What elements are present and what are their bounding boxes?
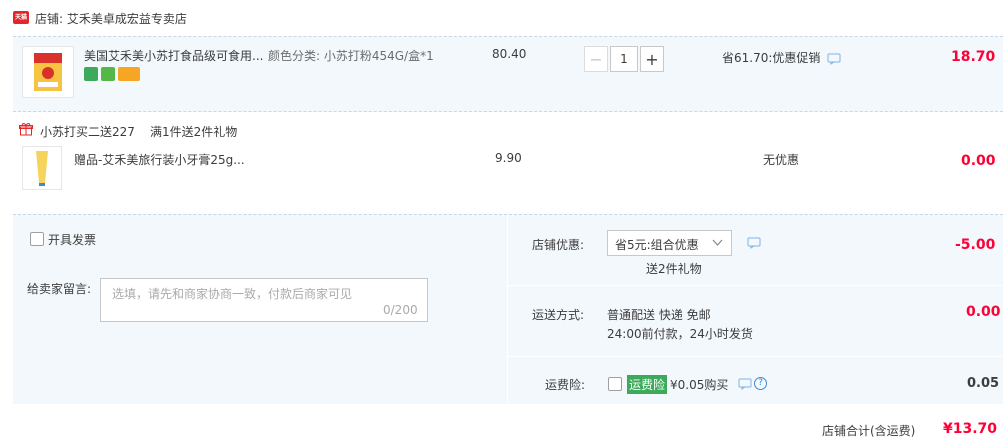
- shop-total-label: 店铺合计(含运费): [822, 424, 916, 438]
- insurance-text: ¥0.05购买: [670, 378, 729, 392]
- panel-divider: [507, 214, 508, 404]
- help-icon[interactable]: ?: [754, 377, 767, 390]
- unit-price: 80.40: [492, 47, 527, 61]
- shop-discount-label: 店铺优惠:: [532, 238, 585, 252]
- quantity-stepper: − 1 +: [584, 46, 664, 72]
- service-icons: [84, 67, 140, 81]
- shipping-label: 运送方式:: [532, 308, 585, 322]
- shipping-method: 普通配送 快递 免邮: [607, 308, 711, 322]
- gift-discount: 无优惠: [763, 153, 800, 167]
- gift-promo-rule: 满1件送2件礼物: [150, 125, 238, 139]
- product-sku: 颜色分类: 小苏打粉454G/盒*1: [268, 49, 434, 63]
- tmall-badge-icon: 天猫: [13, 11, 29, 24]
- insurance-tag: 运费险: [627, 375, 668, 394]
- gift-title-link[interactable]: 赠品-艾禾美旅行装小牙膏25g...: [74, 151, 245, 168]
- qty-increase-button[interactable]: +: [640, 46, 664, 72]
- row-divider: [507, 356, 1003, 357]
- message-label: 给卖家留言:: [27, 282, 92, 296]
- credit-card-icon: [118, 67, 140, 81]
- item-subtotal: 18.70: [951, 49, 996, 65]
- shop-discount-selected: 省5元:组合优惠: [615, 238, 699, 252]
- invoice-label: 开具发票: [48, 233, 97, 247]
- product-title-link[interactable]: 美国艾禾美小苏打食品级可食用...: [84, 47, 263, 64]
- chevron-down-icon: [712, 237, 723, 251]
- promo-text: 省61.70:优惠促销: [722, 51, 821, 65]
- shipping-amount: 0.00: [966, 304, 1001, 320]
- message-placeholder: 选填，请先和商家协商一致，付款后商家可见: [112, 287, 353, 301]
- toothpaste-icon: [36, 151, 48, 186]
- gift-subtotal: 0.00: [961, 153, 996, 169]
- gift-icon: [19, 122, 33, 139]
- qty-decrease-button[interactable]: −: [584, 46, 608, 72]
- seven-day-return-icon: [84, 67, 98, 81]
- shop-header: 天猫 店铺: 艾禾美卓成宏益专卖店: [0, 0, 1003, 36]
- shipping-desc: 24:00前付款，24小时发货: [607, 327, 753, 341]
- gift-price: 9.90: [495, 151, 522, 165]
- gift-promo-title: 小苏打买二送227: [40, 125, 135, 139]
- invoice-checkbox[interactable]: [30, 232, 44, 246]
- shop-name-link[interactable]: 店铺: 艾禾美卓成宏益专卖店: [35, 10, 187, 27]
- chat-icon[interactable]: [827, 53, 841, 68]
- insurance-checkbox[interactable]: [608, 377, 622, 391]
- qty-input[interactable]: 1: [610, 46, 638, 72]
- shop-discount-amount: -5.00: [955, 237, 996, 253]
- insurance-amount: 0.05: [967, 376, 1000, 391]
- guarantee-icon: [101, 67, 115, 81]
- gift-thumbnail[interactable]: [22, 146, 62, 190]
- shop-total-amount: ¥13.70: [943, 421, 998, 437]
- chat-icon[interactable]: [747, 237, 761, 252]
- message-counter: 0/200: [383, 303, 418, 317]
- product-thumbnail[interactable]: [22, 46, 74, 98]
- baking-soda-box-icon: [34, 53, 62, 91]
- shop-discount-note: 送2件礼物: [646, 262, 702, 276]
- insurance-label: 运费险:: [545, 378, 586, 392]
- chat-icon[interactable]: [738, 378, 752, 393]
- row-divider: [507, 285, 1003, 286]
